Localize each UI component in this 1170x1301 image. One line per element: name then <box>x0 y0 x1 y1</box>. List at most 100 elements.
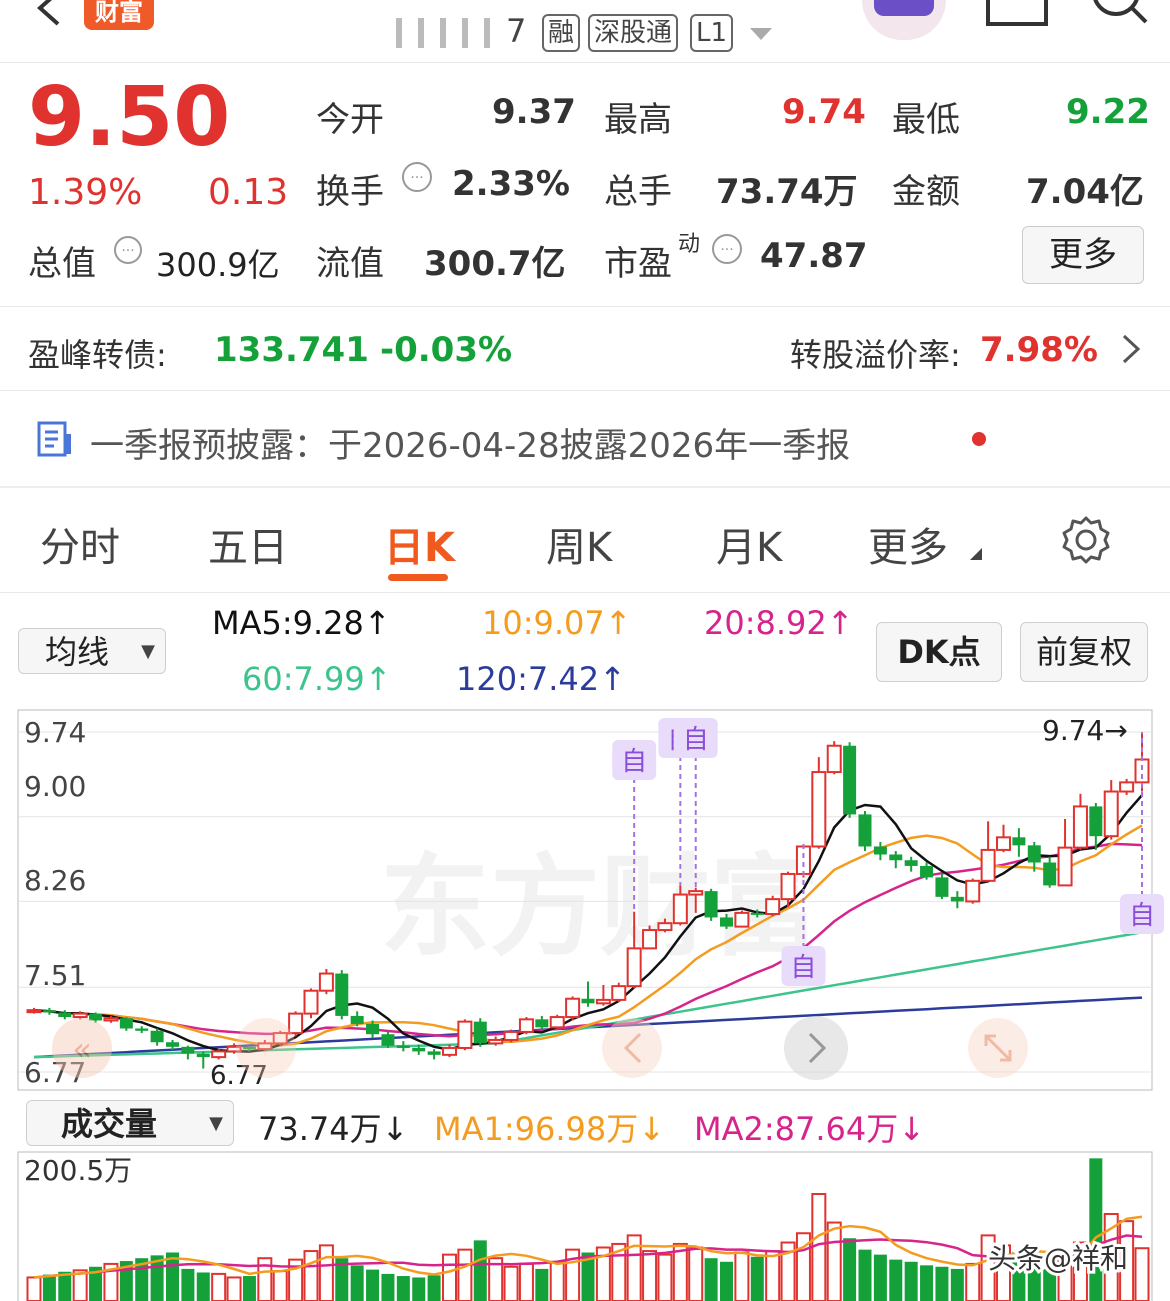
volume-bar <box>381 1273 395 1301</box>
svg-text:···: ··· <box>720 242 733 258</box>
candle-body <box>811 771 827 848</box>
turnover-label: 换手 <box>316 172 384 212</box>
tab-month-k[interactable]: 月K <box>716 515 782 573</box>
info-icon[interactable]: ··· <box>400 160 434 194</box>
candle-body <box>904 860 918 866</box>
volume-bar <box>535 1268 549 1301</box>
search-icon[interactable] <box>1086 0 1156 30</box>
candle-body <box>58 1012 72 1018</box>
scroll-right-icon[interactable] <box>784 1016 848 1080</box>
fullscreen-icon[interactable] <box>968 1018 1028 1078</box>
tab-minute[interactable]: 分时 <box>40 515 120 573</box>
volume-bar <box>303 1250 319 1301</box>
kline-chart[interactable]: 东方财富 自自自自自 9.74 9.00 8.26 7.51 6.77 9.74… <box>0 700 1170 1100</box>
chevron-right-icon[interactable] <box>1118 332 1144 366</box>
candle-body <box>1072 805 1088 849</box>
avatar-icon[interactable] <box>862 0 946 40</box>
volume-bar <box>1134 1247 1150 1301</box>
indicator-select[interactable]: 成交量 ▼ <box>26 1100 234 1146</box>
mktcap-label: 总值 <box>28 244 96 284</box>
caret-down-icon[interactable] <box>748 26 774 42</box>
tab-day-k[interactable]: 日K <box>384 515 455 573</box>
volume-bar <box>750 1256 764 1301</box>
candle-body <box>535 1019 549 1028</box>
volume-bar <box>42 1274 56 1301</box>
volume-bar <box>211 1272 227 1301</box>
annotation-glyph: 自 <box>790 953 816 983</box>
masked-name <box>396 18 506 48</box>
candle-body <box>565 997 581 1019</box>
info-icon[interactable]: ··· <box>710 232 744 266</box>
stock-title[interactable]: 7 <box>396 12 526 50</box>
volume-bar <box>642 1250 658 1301</box>
document-icon <box>37 421 71 457</box>
volume-bar <box>242 1276 256 1301</box>
candle-body <box>826 744 842 774</box>
ma120-label: 120:7.42↑ <box>456 660 626 698</box>
high-value: 9.74 <box>782 92 866 132</box>
chevron-left-icon[interactable] <box>28 0 68 30</box>
volume-bar <box>873 1254 887 1301</box>
candle-body <box>119 1018 133 1029</box>
candle-body <box>795 845 811 875</box>
candle-body <box>196 1053 210 1058</box>
float-label: 流值 <box>316 244 384 284</box>
volume-bar <box>366 1269 380 1301</box>
candle-body <box>211 1050 227 1059</box>
tab-more[interactable]: 更多 <box>868 515 948 573</box>
candle-body <box>611 985 627 1001</box>
more-button[interactable]: 更多 <box>1022 226 1144 284</box>
ma-select[interactable]: 均线 ▼ <box>18 628 166 674</box>
candle-body <box>980 848 996 882</box>
zoom-in-icon[interactable] <box>236 1018 296 1078</box>
volume-bar <box>318 1244 334 1301</box>
notice-text[interactable]: 一季报预披露：于2026-04-28披露2026年一季报 <box>90 418 850 467</box>
premium-value: 7.98% <box>980 330 1098 370</box>
volume-bar <box>442 1253 457 1301</box>
mktcap-value: 300.9亿 <box>156 246 280 284</box>
candle-body <box>720 917 733 927</box>
volume-chart[interactable]: 200.5万 头条@祥和 头条@祥和 <box>0 1150 1170 1301</box>
ma60-label: 60:7.99↑ <box>242 660 392 698</box>
candle-body <box>412 1047 426 1052</box>
volume-value: 73.74万 <box>716 172 858 212</box>
bond-label: 盈峰转债: <box>28 336 167 374</box>
volume-bar <box>427 1275 441 1301</box>
dk-point-button[interactable]: DK点 <box>876 622 1002 682</box>
y-label: 8.26 <box>24 864 86 897</box>
candle-body <box>996 836 1011 851</box>
candle-body <box>920 865 934 878</box>
brand-badge: 财富 <box>84 0 154 30</box>
annotation-glyph: 自 <box>1129 901 1155 931</box>
candle-body <box>750 912 764 915</box>
candle-body <box>72 1012 88 1019</box>
gear-icon[interactable] <box>1060 514 1112 566</box>
tab-week-k[interactable]: 周K <box>546 515 612 573</box>
ma-select-label: 均线 <box>45 633 110 671</box>
adjust-button[interactable]: 前复权 <box>1020 622 1148 682</box>
volume-ma1: MA1:96.98万↓ <box>434 1110 666 1148</box>
svg-text:···: ··· <box>121 243 134 259</box>
candle-body <box>734 911 750 928</box>
turnover-value: 2.33% <box>452 164 570 204</box>
window-icon[interactable] <box>984 0 1050 30</box>
candle-body <box>704 891 718 918</box>
scroll-left-icon[interactable] <box>602 1018 662 1078</box>
tab-five-day[interactable]: 五日 <box>208 515 288 573</box>
annotation-glyph: 自 <box>683 725 709 755</box>
ma20-label: 20:8.92↑ <box>704 604 854 642</box>
candle-body <box>657 922 673 932</box>
candle-body <box>442 1046 457 1056</box>
candle-body <box>780 872 796 901</box>
zoom-out-icon[interactable]: « <box>52 1018 112 1078</box>
divider <box>0 306 1170 307</box>
candle-body <box>381 1034 395 1046</box>
volume-bar <box>181 1268 195 1301</box>
candle-body <box>42 1010 56 1013</box>
candle-body <box>135 1028 149 1031</box>
info-icon[interactable]: ··· <box>112 234 144 266</box>
indicator-select-label: 成交量 <box>61 1105 158 1143</box>
divider <box>0 390 1170 391</box>
volume-bar <box>843 1238 857 1301</box>
candle-body <box>1027 845 1041 863</box>
